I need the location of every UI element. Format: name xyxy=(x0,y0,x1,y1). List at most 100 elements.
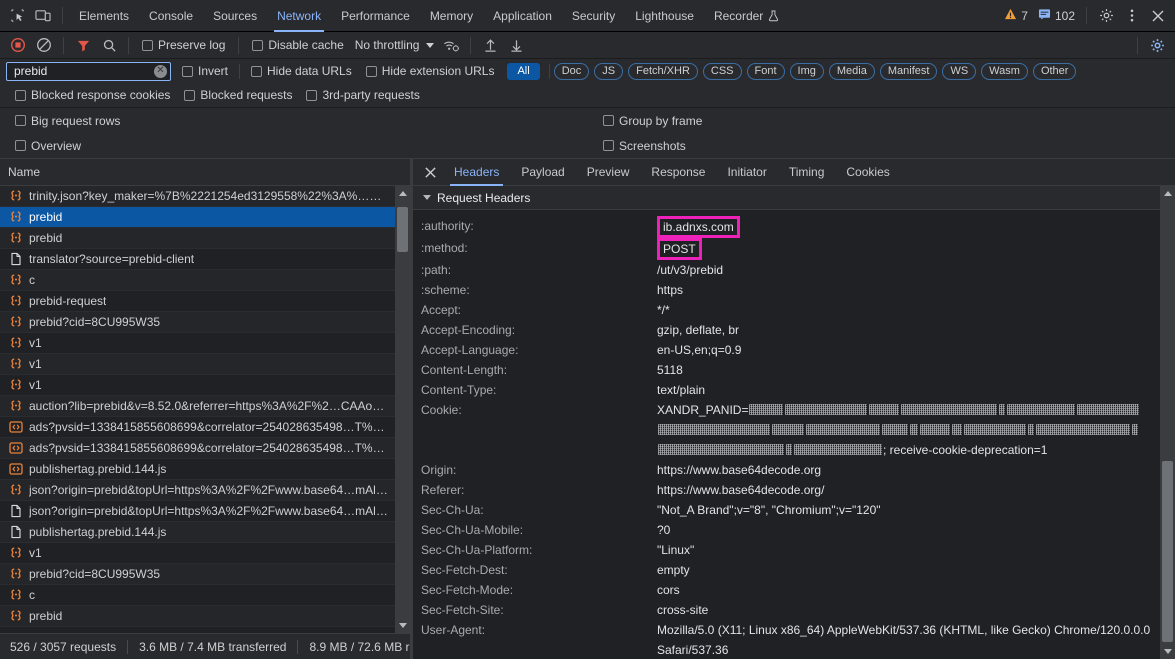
record-button[interactable] xyxy=(5,32,31,58)
filter-pill-js[interactable]: JS xyxy=(594,62,624,80)
clear-button[interactable] xyxy=(31,32,57,58)
device-toolbar-icon[interactable] xyxy=(30,3,56,29)
request-row[interactable]: prebid?cid=8CU995W35 xyxy=(0,564,410,585)
filter-pill-media[interactable]: Media xyxy=(828,62,875,80)
request-row[interactable]: translator?source=prebid-client xyxy=(0,249,410,270)
request-row[interactable]: auction?lib=prebid&v=8.52.0&referrer=htt… xyxy=(0,396,410,417)
scroll-track[interactable] xyxy=(1160,201,1175,644)
hide-data-urls-checkbox[interactable]: Hide data URLs xyxy=(244,64,359,78)
tab-performance[interactable]: Performance xyxy=(331,0,420,32)
header-row[interactable]: Sec-Fetch-Dest: empty xyxy=(413,560,1175,580)
request-row[interactable]: v1 xyxy=(0,333,410,354)
scroll-up-arrow-icon[interactable] xyxy=(1160,186,1175,201)
request-list-scrollbar[interactable] xyxy=(395,186,410,633)
header-row[interactable]: Sec-Fetch-Site: cross-site xyxy=(413,600,1175,620)
request-row[interactable]: prebid-request xyxy=(0,291,410,312)
settings-gear-icon[interactable] xyxy=(1093,3,1119,29)
filter-input[interactable] xyxy=(12,63,154,79)
request-row[interactable]: prebid?cid=8CU995W35 xyxy=(0,312,410,333)
header-row[interactable]: Accept-Language: en-US,en;q=0.9 xyxy=(413,340,1175,360)
filter-icon[interactable] xyxy=(70,32,96,58)
preserve-log-checkbox[interactable]: Preserve log xyxy=(135,38,232,52)
request-row[interactable]: v1 xyxy=(0,354,410,375)
tab-sources[interactable]: Sources xyxy=(203,0,267,32)
request-row[interactable]: prebid xyxy=(0,606,410,627)
header-row[interactable]: Referer: https://www.base64decode.org/ xyxy=(413,480,1175,500)
group-by-frame-checkbox[interactable]: Group by frame xyxy=(596,114,709,128)
filter-input-wrapper[interactable]: ✕ xyxy=(6,61,171,81)
overview-checkbox[interactable]: Overview xyxy=(8,139,88,153)
request-row[interactable]: json?origin=prebid&topUrl=https%3A%2F%2F… xyxy=(0,501,410,522)
header-row[interactable]: :path: /ut/v3/prebid xyxy=(413,260,1175,280)
header-row[interactable]: Sec-Fetch-Mode: cors xyxy=(413,580,1175,600)
scroll-down-arrow-icon[interactable] xyxy=(1160,644,1175,659)
close-details-icon[interactable] xyxy=(417,159,443,186)
request-headers-section-header[interactable]: Request Headers xyxy=(413,186,1175,210)
close-devtools-icon[interactable] xyxy=(1145,3,1171,29)
big-request-rows-checkbox[interactable]: Big request rows xyxy=(8,114,127,128)
header-row[interactable]: Sec-Ch-Ua-Platform: "Linux" xyxy=(413,540,1175,560)
request-row[interactable]: publishertag.prebid.144.js xyxy=(0,522,410,543)
scroll-thumb[interactable] xyxy=(397,207,408,252)
details-tab-cookies[interactable]: Cookies xyxy=(835,159,900,186)
request-row[interactable]: v1 xyxy=(0,543,410,564)
network-settings-gear-icon[interactable] xyxy=(1144,32,1170,58)
screenshots-checkbox[interactable]: Screenshots xyxy=(596,139,693,153)
tab-recorder[interactable]: Recorder xyxy=(704,0,789,32)
request-row[interactable]: json?origin=prebid&topUrl=https%3A%2F%2F… xyxy=(0,480,410,501)
header-row[interactable]: Content-Type: text/plain xyxy=(413,380,1175,400)
header-row[interactable]: Content-Length: 5118 xyxy=(413,360,1175,380)
tab-console[interactable]: Console xyxy=(139,0,203,32)
request-row[interactable]: v1 xyxy=(0,375,410,396)
warning-counter[interactable]: 7 xyxy=(999,8,1033,23)
header-row[interactable]: :method: POST xyxy=(413,238,1175,260)
request-row[interactable]: prebid xyxy=(0,228,410,249)
filter-pill-wasm[interactable]: Wasm xyxy=(981,62,1028,80)
scroll-up-arrow-icon[interactable] xyxy=(395,186,410,201)
scroll-track[interactable] xyxy=(395,201,410,618)
header-row[interactable]: User-Agent: Mozilla/5.0 (X11; Linux x86_6… xyxy=(413,620,1175,659)
header-row[interactable]: Cookie: XANDR_PANID= ; receive-cookie-depr… xyxy=(413,400,1175,460)
scroll-thumb[interactable] xyxy=(1162,461,1173,642)
request-row[interactable]: prebid xyxy=(0,207,410,228)
request-row[interactable]: ads?pvsid=1338415855608699&correlator=25… xyxy=(0,417,410,438)
details-tab-initiator[interactable]: Initiator xyxy=(716,159,777,186)
request-row[interactable]: c xyxy=(0,270,410,291)
header-row[interactable]: :authority: ib.adnxs.com xyxy=(413,216,1175,238)
header-row[interactable]: Sec-Ch-Ua: "Not_A Brand";v="8", "Chromium… xyxy=(413,500,1175,520)
request-row[interactable]: publishertag.prebid.144.js xyxy=(0,459,410,480)
inspect-element-icon[interactable] xyxy=(4,3,30,29)
filter-pill-css[interactable]: CSS xyxy=(702,62,742,80)
network-conditions-icon[interactable] xyxy=(438,32,464,58)
filter-pill-manifest[interactable]: Manifest xyxy=(879,62,938,80)
request-row[interactable]: trinity.json?key_maker=%7B%2221254ed3129… xyxy=(0,186,410,207)
more-options-icon[interactable] xyxy=(1119,3,1145,29)
header-row[interactable]: :scheme: https xyxy=(413,280,1175,300)
blocked-requests-checkbox[interactable]: Blocked requests xyxy=(177,88,299,102)
filter-pill-font[interactable]: Font xyxy=(746,62,785,80)
details-tab-headers[interactable]: Headers xyxy=(443,159,510,186)
tab-network[interactable]: Network xyxy=(267,0,331,32)
tab-memory[interactable]: Memory xyxy=(420,0,483,32)
clear-filter-icon[interactable]: ✕ xyxy=(154,64,167,78)
blocked-response-cookies-checkbox[interactable]: Blocked response cookies xyxy=(8,88,177,102)
tab-security[interactable]: Security xyxy=(562,0,625,32)
request-row[interactable]: c xyxy=(0,585,410,606)
scroll-down-arrow-icon[interactable] xyxy=(395,618,410,633)
message-counter[interactable]: 102 xyxy=(1033,8,1080,23)
filter-pill-doc[interactable]: Doc xyxy=(553,62,590,80)
request-list-header[interactable]: Name xyxy=(0,159,410,186)
details-tab-preview[interactable]: Preview xyxy=(576,159,641,186)
throttling-select[interactable]: No throttling xyxy=(351,38,439,52)
filter-pill-fetch-xhr[interactable]: Fetch/XHR xyxy=(628,62,698,80)
tab-application[interactable]: Application xyxy=(483,0,562,32)
tab-elements[interactable]: Elements xyxy=(69,0,139,32)
import-har-icon[interactable] xyxy=(477,32,503,58)
request-rows[interactable]: trinity.json?key_maker=%7B%2221254ed3129… xyxy=(0,186,410,633)
filter-pill-other[interactable]: Other xyxy=(1032,62,1077,80)
header-row[interactable]: Sec-Ch-Ua-Mobile: ?0 xyxy=(413,520,1175,540)
export-har-icon[interactable] xyxy=(503,32,529,58)
disable-cache-checkbox[interactable]: Disable cache xyxy=(245,38,350,52)
header-row[interactable]: Accept-Encoding: gzip, deflate, br xyxy=(413,320,1175,340)
search-icon[interactable] xyxy=(96,32,122,58)
